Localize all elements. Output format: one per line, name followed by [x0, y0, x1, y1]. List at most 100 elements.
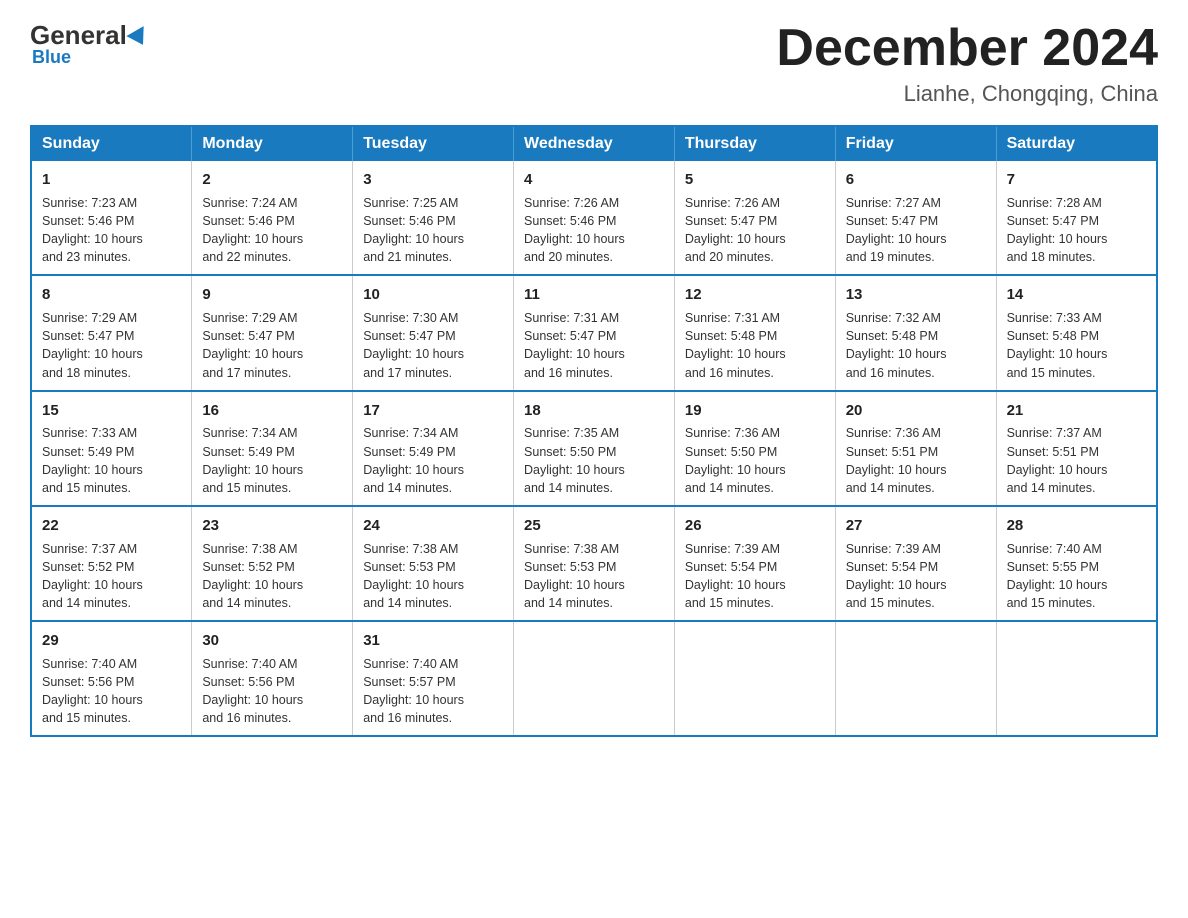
- calendar-day-26: 26 Sunrise: 7:39 AM Sunset: 5:54 PM Dayli…: [674, 506, 835, 621]
- logo-triangle-icon: [126, 26, 151, 50]
- day-number: 13: [846, 284, 986, 306]
- calendar-day-7: 7 Sunrise: 7:28 AM Sunset: 5:47 PM Daylig…: [996, 161, 1157, 275]
- calendar-day-31: 31Sunrise: 7:40 AM Sunset: 5:57 PM Dayli…: [353, 621, 514, 736]
- empty-cell: [514, 621, 675, 736]
- day-number: 21: [1007, 400, 1146, 422]
- day-number: 2: [202, 169, 342, 191]
- day-info: Sunrise: 7:30 AM Sunset: 5:47 PM Dayligh…: [363, 309, 503, 382]
- day-info: Sunrise: 7:38 AM Sunset: 5:52 PM Dayligh…: [202, 540, 342, 613]
- day-info: Sunrise: 7:40 AM Sunset: 5:56 PM Dayligh…: [202, 655, 342, 728]
- calendar-day-19: 19Sunrise: 7:36 AM Sunset: 5:50 PM Dayli…: [674, 391, 835, 506]
- calendar-day-22: 22 Sunrise: 7:37 AM Sunset: 5:52 PM Dayli…: [31, 506, 192, 621]
- day-info: Sunrise: 7:32 AM Sunset: 5:48 PM Dayligh…: [846, 309, 986, 382]
- day-info: Sunrise: 7:29 AM Sunset: 5:47 PM Dayligh…: [202, 309, 342, 382]
- day-info: Sunrise: 7:36 AM Sunset: 5:51 PM Dayligh…: [846, 424, 986, 497]
- day-number: 5: [685, 169, 825, 191]
- calendar-day-18: 18Sunrise: 7:35 AM Sunset: 5:50 PM Dayli…: [514, 391, 675, 506]
- col-header-tuesday: Tuesday: [353, 126, 514, 161]
- calendar-day-14: 14Sunrise: 7:33 AM Sunset: 5:48 PM Dayli…: [996, 275, 1157, 390]
- day-info: Sunrise: 7:26 AM Sunset: 5:46 PM Dayligh…: [524, 194, 664, 267]
- empty-cell: [674, 621, 835, 736]
- day-info: Sunrise: 7:24 AM Sunset: 5:46 PM Dayligh…: [202, 194, 342, 267]
- day-number: 26: [685, 515, 825, 537]
- calendar-day-10: 10 Sunrise: 7:30 AM Sunset: 5:47 PM Dayli…: [353, 275, 514, 390]
- calendar-table: SundayMondayTuesdayWednesdayThursdayFrid…: [30, 125, 1158, 737]
- day-number: 11: [524, 284, 664, 306]
- day-number: 16: [202, 400, 342, 422]
- day-info: Sunrise: 7:40 AM Sunset: 5:57 PM Dayligh…: [363, 655, 503, 728]
- day-info: Sunrise: 7:40 AM Sunset: 5:55 PM Dayligh…: [1007, 540, 1146, 613]
- day-number: 18: [524, 400, 664, 422]
- col-header-friday: Friday: [835, 126, 996, 161]
- day-info: Sunrise: 7:26 AM Sunset: 5:47 PM Dayligh…: [685, 194, 825, 267]
- col-header-thursday: Thursday: [674, 126, 835, 161]
- empty-cell: [996, 621, 1157, 736]
- page-header: General Blue December 2024 Lianhe, Chong…: [30, 20, 1158, 107]
- day-info: Sunrise: 7:40 AM Sunset: 5:56 PM Dayligh…: [42, 655, 181, 728]
- calendar-week-5: 29 Sunrise: 7:40 AM Sunset: 5:56 PM Dayli…: [31, 621, 1157, 736]
- day-number: 3: [363, 169, 503, 191]
- day-info: Sunrise: 7:38 AM Sunset: 5:53 PM Dayligh…: [363, 540, 503, 613]
- day-info: Sunrise: 7:39 AM Sunset: 5:54 PM Dayligh…: [685, 540, 825, 613]
- calendar-header-row: SundayMondayTuesdayWednesdayThursdayFrid…: [31, 126, 1157, 161]
- calendar-location: Lianhe, Chongqing, China: [776, 81, 1158, 107]
- calendar-day-29: 29 Sunrise: 7:40 AM Sunset: 5:56 PM Dayli…: [31, 621, 192, 736]
- calendar-day-13: 13 Sunrise: 7:32 AM Sunset: 5:48 PM Dayli…: [835, 275, 996, 390]
- calendar-day-11: 11 Sunrise: 7:31 AM Sunset: 5:47 PM Dayli…: [514, 275, 675, 390]
- day-number: 20: [846, 400, 986, 422]
- col-header-monday: Monday: [192, 126, 353, 161]
- calendar-day-1: 1 Sunrise: 7:23 AM Sunset: 5:46 PM Daylig…: [31, 161, 192, 275]
- day-number: 17: [363, 400, 503, 422]
- day-info: Sunrise: 7:25 AM Sunset: 5:46 PM Dayligh…: [363, 194, 503, 267]
- day-info: Sunrise: 7:29 AM Sunset: 5:47 PM Dayligh…: [42, 309, 181, 382]
- day-info: Sunrise: 7:37 AM Sunset: 5:51 PM Dayligh…: [1007, 424, 1146, 497]
- day-number: 14: [1007, 284, 1146, 306]
- day-info: Sunrise: 7:39 AM Sunset: 5:54 PM Dayligh…: [846, 540, 986, 613]
- day-info: Sunrise: 7:28 AM Sunset: 5:47 PM Dayligh…: [1007, 194, 1146, 267]
- day-number: 7: [1007, 169, 1146, 191]
- col-header-saturday: Saturday: [996, 126, 1157, 161]
- calendar-day-4: 4 Sunrise: 7:26 AM Sunset: 5:46 PM Daylig…: [514, 161, 675, 275]
- day-number: 29: [42, 630, 181, 652]
- calendar-day-27: 27 Sunrise: 7:39 AM Sunset: 5:54 PM Dayli…: [835, 506, 996, 621]
- logo-blue-text: Blue: [32, 47, 71, 68]
- calendar-day-12: 12Sunrise: 7:31 AM Sunset: 5:48 PM Dayli…: [674, 275, 835, 390]
- col-header-wednesday: Wednesday: [514, 126, 675, 161]
- day-number: 23: [202, 515, 342, 537]
- calendar-day-28: 28 Sunrise: 7:40 AM Sunset: 5:55 PM Dayli…: [996, 506, 1157, 621]
- calendar-day-21: 21Sunrise: 7:37 AM Sunset: 5:51 PM Dayli…: [996, 391, 1157, 506]
- calendar-week-2: 8 Sunrise: 7:29 AM Sunset: 5:47 PM Daylig…: [31, 275, 1157, 390]
- day-number: 1: [42, 169, 181, 191]
- day-info: Sunrise: 7:27 AM Sunset: 5:47 PM Dayligh…: [846, 194, 986, 267]
- day-number: 9: [202, 284, 342, 306]
- calendar-day-25: 25Sunrise: 7:38 AM Sunset: 5:53 PM Dayli…: [514, 506, 675, 621]
- calendar-week-4: 22 Sunrise: 7:37 AM Sunset: 5:52 PM Dayli…: [31, 506, 1157, 621]
- calendar-day-3: 3 Sunrise: 7:25 AM Sunset: 5:46 PM Daylig…: [353, 161, 514, 275]
- day-number: 8: [42, 284, 181, 306]
- day-number: 30: [202, 630, 342, 652]
- day-number: 24: [363, 515, 503, 537]
- day-number: 6: [846, 169, 986, 191]
- day-number: 10: [363, 284, 503, 306]
- calendar-week-1: 1 Sunrise: 7:23 AM Sunset: 5:46 PM Daylig…: [31, 161, 1157, 275]
- day-number: 22: [42, 515, 181, 537]
- day-info: Sunrise: 7:36 AM Sunset: 5:50 PM Dayligh…: [685, 424, 825, 497]
- day-number: 25: [524, 515, 664, 537]
- calendar-day-17: 17Sunrise: 7:34 AM Sunset: 5:49 PM Dayli…: [353, 391, 514, 506]
- day-number: 19: [685, 400, 825, 422]
- col-header-sunday: Sunday: [31, 126, 192, 161]
- day-number: 4: [524, 169, 664, 191]
- calendar-day-5: 5 Sunrise: 7:26 AM Sunset: 5:47 PM Daylig…: [674, 161, 835, 275]
- day-info: Sunrise: 7:37 AM Sunset: 5:52 PM Dayligh…: [42, 540, 181, 613]
- calendar-day-6: 6 Sunrise: 7:27 AM Sunset: 5:47 PM Daylig…: [835, 161, 996, 275]
- day-number: 28: [1007, 515, 1146, 537]
- calendar-day-16: 16Sunrise: 7:34 AM Sunset: 5:49 PM Dayli…: [192, 391, 353, 506]
- day-info: Sunrise: 7:34 AM Sunset: 5:49 PM Dayligh…: [363, 424, 503, 497]
- day-number: 27: [846, 515, 986, 537]
- calendar-day-2: 2 Sunrise: 7:24 AM Sunset: 5:46 PM Daylig…: [192, 161, 353, 275]
- day-info: Sunrise: 7:23 AM Sunset: 5:46 PM Dayligh…: [42, 194, 181, 267]
- day-info: Sunrise: 7:34 AM Sunset: 5:49 PM Dayligh…: [202, 424, 342, 497]
- calendar-day-30: 30 Sunrise: 7:40 AM Sunset: 5:56 PM Dayli…: [192, 621, 353, 736]
- day-info: Sunrise: 7:31 AM Sunset: 5:47 PM Dayligh…: [524, 309, 664, 382]
- day-number: 15: [42, 400, 181, 422]
